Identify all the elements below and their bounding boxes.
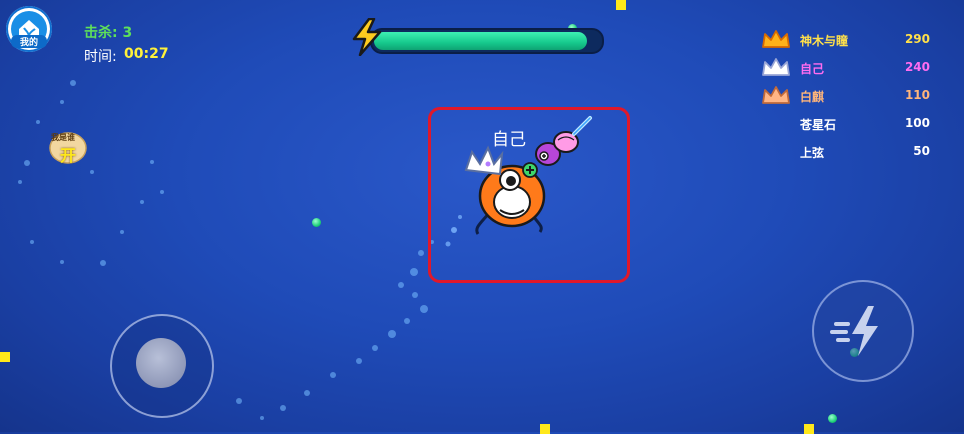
map-marker xyxy=(0,352,10,362)
water-bubble xyxy=(120,230,124,234)
energy-bar-fill xyxy=(374,32,587,50)
leaderboard-name: 白麒 xyxy=(800,90,825,104)
water-bubble xyxy=(90,170,94,174)
boost-button[interactable] xyxy=(812,280,914,382)
leaderboard-row: 上弦 50 xyxy=(760,140,930,164)
map-marker xyxy=(804,424,814,434)
time-label: 时间: xyxy=(84,49,117,65)
bronze-crown-icon xyxy=(762,86,790,104)
leaderboard-row: 白麒 110 xyxy=(760,84,930,108)
leaderboard-row: 神木与瞳 290 xyxy=(760,28,930,52)
water-bubble xyxy=(18,180,22,184)
water-bubble xyxy=(30,240,34,244)
kills-counter: 击杀: 3 xyxy=(84,25,133,41)
water-bubble xyxy=(410,268,418,276)
silver-crown-icon xyxy=(762,58,790,76)
boost-lightning-icon xyxy=(830,306,878,356)
leaderboard-name: 神木与瞳 xyxy=(800,34,849,48)
home-button[interactable]: 我的 xyxy=(6,6,52,52)
leaderboard-name: 苍星石 xyxy=(800,118,837,132)
water-bubble xyxy=(388,330,396,338)
npc-speech-bubble: 我是谁 开 xyxy=(48,130,88,166)
water-bubble xyxy=(304,390,310,396)
food-pellet xyxy=(312,218,321,227)
water-bubble xyxy=(412,292,418,298)
water-bubble xyxy=(260,416,264,420)
gold-crown-icon xyxy=(762,30,790,48)
time-value: 00:27 xyxy=(124,46,169,62)
leaderboard-score: 50 xyxy=(913,144,930,158)
water-bubble xyxy=(404,318,410,324)
leaderboard-name: 自己 xyxy=(800,62,825,76)
npc-bubble-char: 开 xyxy=(60,146,77,165)
map-marker xyxy=(616,0,626,10)
leaderboard-score: 240 xyxy=(904,60,930,74)
water-bubble xyxy=(420,305,428,313)
water-bubble xyxy=(330,372,336,378)
leaderboard-score: 100 xyxy=(904,116,930,130)
water-bubble xyxy=(372,345,378,351)
leaderboard-name: 上弦 xyxy=(800,146,825,160)
home-icon: 我的 xyxy=(11,11,47,48)
water-bubble xyxy=(280,405,286,411)
water-bubble xyxy=(398,282,404,288)
joystick-knob[interactable] xyxy=(136,338,186,388)
energy-bar xyxy=(370,28,604,54)
food-pellet xyxy=(828,414,837,423)
water-bubble xyxy=(36,120,40,124)
water-bubble xyxy=(60,260,64,264)
map-marker xyxy=(540,424,550,434)
leaderboard-row: 自己 240 xyxy=(760,56,930,80)
water-bubble xyxy=(150,160,154,164)
water-bubble xyxy=(60,100,64,104)
leaderboard-score: 110 xyxy=(904,88,930,102)
water-bubble xyxy=(100,260,106,266)
water-bubble xyxy=(418,250,424,256)
water-bubble xyxy=(140,200,144,204)
player-character xyxy=(445,116,592,247)
leaderboard-score: 290 xyxy=(904,32,930,46)
water-bubble xyxy=(70,80,76,86)
water-bubble xyxy=(236,398,242,404)
leaderboard-row: 苍星石 100 xyxy=(760,112,930,136)
lightning-icon xyxy=(352,18,382,56)
home-label: 我的 xyxy=(11,35,47,48)
water-bubble xyxy=(160,190,164,194)
water-bubble xyxy=(356,358,362,364)
water-bubble xyxy=(24,160,30,166)
